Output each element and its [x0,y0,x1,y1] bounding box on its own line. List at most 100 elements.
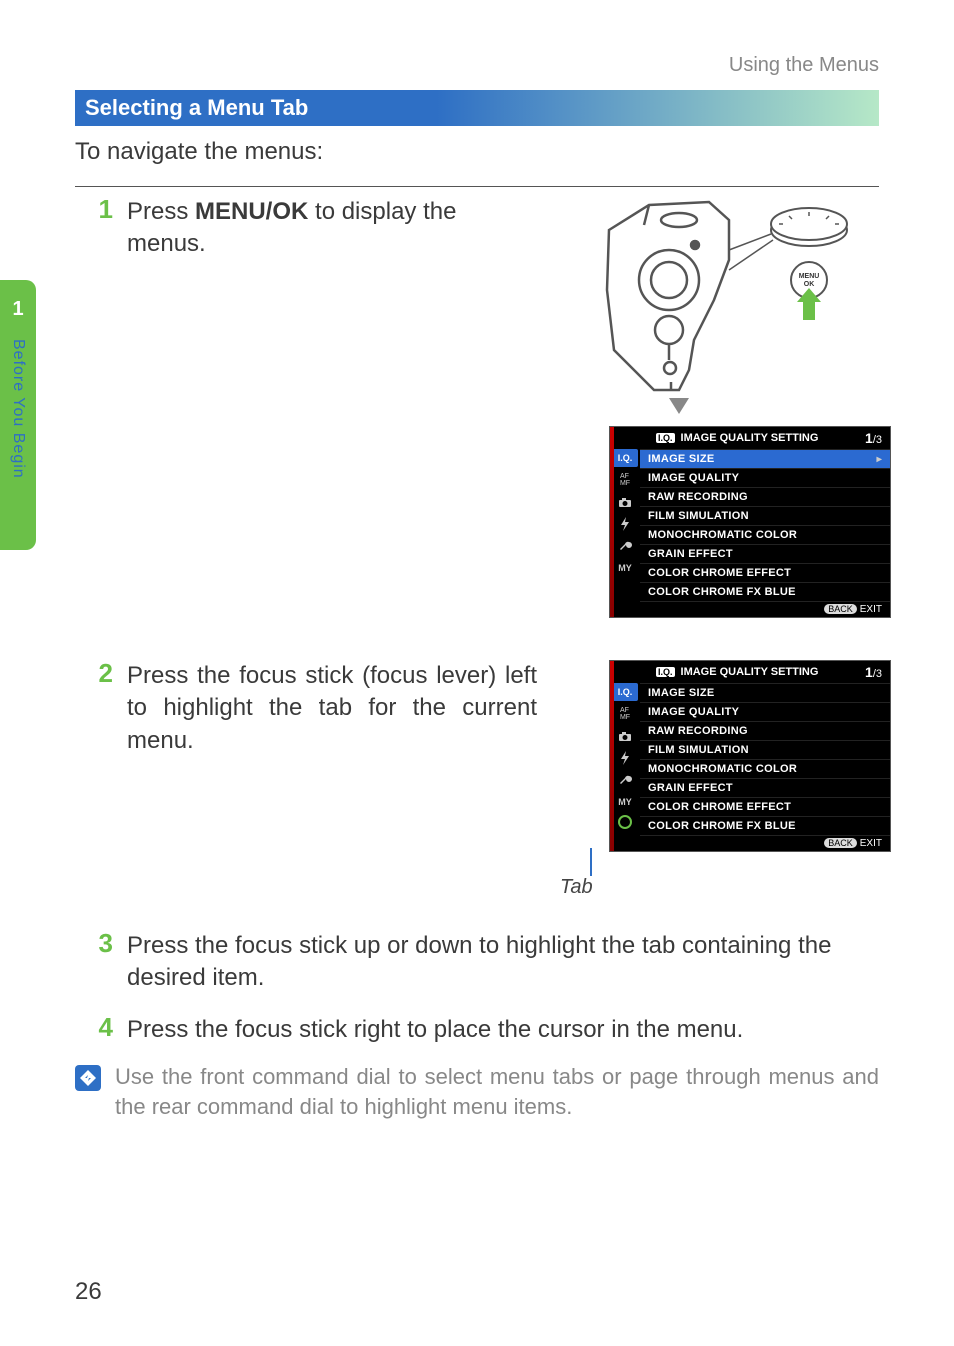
menu-row-color-chrome-fx-blue[interactable]: COLOR CHROME FX BLUE [640,816,890,835]
menu-row-label: IMAGE SIZE [648,453,715,465]
menu-row-label: IMAGE QUALITY [648,706,739,718]
menu-row-monochromatic-color[interactable]: MONOCHROMATIC COLOR [640,759,890,778]
camera-icon [618,731,632,742]
wrench-icon [618,539,632,553]
iq-icon: I.Q. [656,433,675,443]
menu-row-label: COLOR CHROME FX BLUE [648,820,796,832]
menu-page-indicator: 1/3 [865,430,882,446]
tab-my[interactable]: MY [612,559,638,577]
menu-row-color-chrome-effect[interactable]: COLOR CHROME EFFECT [640,797,890,816]
menu-page-current: 1 [865,430,873,446]
chapter-number: 1 [12,298,23,321]
menu-tab-column: I.Q. AFMF MY [610,683,640,851]
step-text: Press the focus stick (focus lever) left… [127,660,537,757]
tab-callout-line [590,848,592,876]
step-3: 3 Press the focus stick up or down to hi… [95,930,877,995]
menu-page-total: /3 [873,434,882,446]
menu-row-label: RAW RECORDING [648,491,748,503]
svg-text:MENU: MENU [799,273,820,280]
exit-label: EXIT [860,838,882,849]
menu-row-color-chrome-fx-blue[interactable]: COLOR CHROME FX BLUE [640,582,890,601]
menu-page-indicator: 1/3 [865,664,882,680]
menu-row-grain-effect[interactable]: GRAIN EFFECT [640,778,890,797]
menu-row-label: COLOR CHROME FX BLUE [648,586,796,598]
menu-footer: BACKEXIT [640,601,890,617]
tab-setup[interactable] [612,771,638,789]
menu-footer: BACKEXIT [640,835,890,851]
menu-row-image-size[interactable]: IMAGE SIZE ▸ [640,449,890,468]
menu-title: IMAGE QUALITY SETTING [681,666,819,678]
menu-tab-column: I.Q. AFMF MY [610,449,640,617]
step-text: Press the focus stick up or down to high… [127,930,877,995]
tab-caption: Tab [560,876,593,899]
tab-shooting[interactable] [612,727,638,745]
tab-flash[interactable] [612,749,638,767]
menu-row-label: IMAGE QUALITY [648,472,739,484]
menu-screenshot-1: I.Q. IMAGE QUALITY SETTING 1/3 I.Q. AFMF… [609,426,891,618]
menu-row-image-size[interactable]: IMAGE SIZE [640,683,890,702]
back-badge: BACK [824,838,857,848]
divider [75,186,879,187]
tab-shooting[interactable] [612,493,638,511]
red-indicator-bar [610,661,614,851]
intro-text: To navigate the menus: [75,138,323,166]
menu-row-raw-recording[interactable]: RAW RECORDING [640,721,890,740]
tab-iq[interactable]: I.Q. [612,683,638,701]
tab-flash[interactable] [612,515,638,533]
menu-row-label: FILM SIMULATION [648,744,749,756]
flash-icon [620,751,630,765]
breadcrumb: Using the Menus [729,54,879,77]
menu-row-label: FILM SIMULATION [648,510,749,522]
camera-icon [618,497,632,508]
menu-title: IMAGE QUALITY SETTING [681,432,819,444]
menu-row-raw-recording[interactable]: RAW RECORDING [640,487,890,506]
tab-afmf[interactable]: AFMF [612,705,638,723]
section-heading: Selecting a Menu Tab [85,95,308,121]
step-number: 3 [95,930,113,956]
menu-row-image-quality[interactable]: IMAGE QUALITY [640,468,890,487]
menu-row-label: MONOCHROMATIC COLOR [648,763,797,775]
menu-screenshot-2: I.Q. IMAGE QUALITY SETTING 1/3 I.Q. AFMF… [609,660,891,852]
menu-row-grain-effect[interactable]: GRAIN EFFECT [640,544,890,563]
iq-icon: I.Q. [656,667,675,677]
menu-row-label: MONOCHROMATIC COLOR [648,529,797,541]
step-1-pre: Press [127,198,195,225]
menu-header: I.Q. IMAGE QUALITY SETTING 1/3 [610,661,890,683]
camera-illustration: MENU OK [599,190,879,425]
tab-iq[interactable]: I.Q. [612,449,638,467]
back-badge: BACK [824,604,857,614]
step-2: 2 Press the focus stick (focus lever) le… [95,660,537,757]
menu-row-color-chrome-effect[interactable]: COLOR CHROME EFFECT [640,563,890,582]
menu-row-image-quality[interactable]: IMAGE QUALITY [640,702,890,721]
tab-iq-label: I.Q. [618,687,633,697]
chevron-right-icon: ▸ [877,454,882,465]
menu-row-label: IMAGE SIZE [648,687,715,699]
menu-page-total: /3 [873,668,882,680]
step-1: 1 Press MENU/OK to display the menus. [95,196,537,261]
tab-setup[interactable] [612,537,638,555]
menu-row-label: COLOR CHROME EFFECT [648,801,791,813]
menu-item-list: IMAGE SIZE IMAGE QUALITY RAW RECORDING F… [640,683,890,851]
menu-ok-label: MENU/OK [195,198,308,225]
menu-row-label: RAW RECORDING [648,725,748,737]
tab-my[interactable]: MY [612,793,638,811]
menu-header: I.Q. IMAGE QUALITY SETTING 1/3 [610,427,890,449]
step-number: 4 [95,1014,113,1040]
menu-row-film-simulation[interactable]: FILM SIMULATION [640,506,890,525]
tip-icon [75,1065,101,1091]
tab-afmf[interactable]: AFMF [612,471,638,489]
menu-row-label: GRAIN EFFECT [648,548,733,560]
menu-page-current: 1 [865,664,873,680]
chapter-title: Before You Begin [9,339,27,479]
menu-item-list: IMAGE SIZE▸ IMAGE QUALITY RAW RECORDING … [640,449,890,617]
red-indicator-bar [610,427,614,617]
menu-row-film-simulation[interactable]: FILM SIMULATION [640,740,890,759]
step-number: 1 [95,196,113,222]
tab-cursor-indicator [618,815,632,829]
menu-row-monochromatic-color[interactable]: MONOCHROMATIC COLOR [640,525,890,544]
tip-text: Use the front command dial to select men… [115,1062,879,1121]
menu-row-label: COLOR CHROME EFFECT [648,567,791,579]
step-text: Press the focus stick right to place the… [127,1014,743,1046]
section-heading-bar: Selecting a Menu Tab [75,90,879,126]
svg-text:OK: OK [804,281,815,288]
